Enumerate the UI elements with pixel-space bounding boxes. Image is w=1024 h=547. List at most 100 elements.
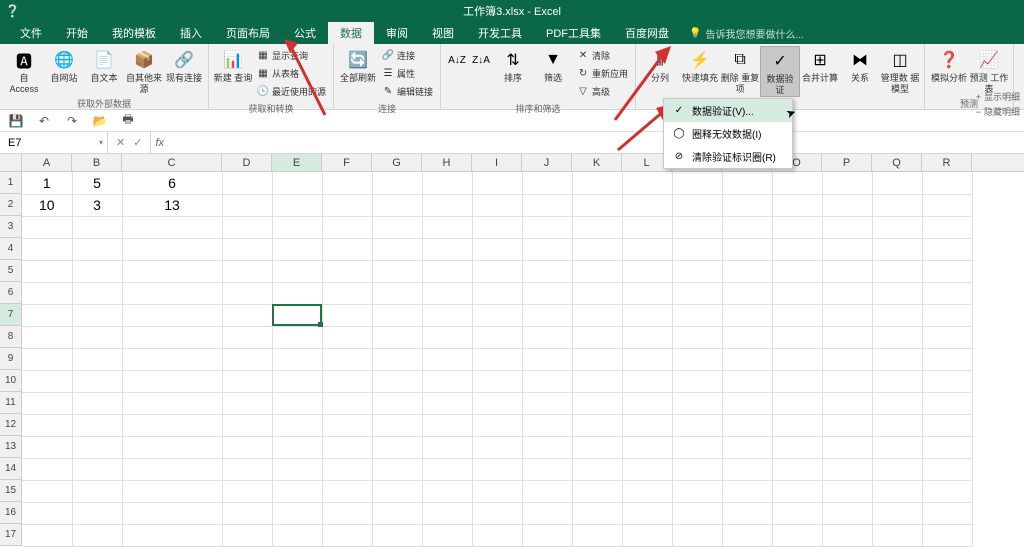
cell-N5[interactable] [722, 260, 772, 282]
cell-D10[interactable] [222, 370, 272, 392]
cell-M1[interactable] [672, 172, 722, 194]
cell-O16[interactable] [772, 502, 822, 524]
cell-E12[interactable] [272, 414, 322, 436]
row-header[interactable]: 15 [0, 480, 22, 502]
cell-E16[interactable] [272, 502, 322, 524]
cell-L17[interactable] [622, 524, 672, 546]
row-header[interactable]: 11 [0, 392, 22, 414]
cell-M16[interactable] [672, 502, 722, 524]
cell-J4[interactable] [522, 238, 572, 260]
cell-H7[interactable] [422, 304, 472, 326]
cell-N7[interactable] [722, 304, 772, 326]
cell-J14[interactable] [522, 458, 572, 480]
cell-N14[interactable] [722, 458, 772, 480]
cell-B11[interactable] [72, 392, 122, 414]
cell-O8[interactable] [772, 326, 822, 348]
cell-I5[interactable] [472, 260, 522, 282]
cell-D3[interactable] [222, 216, 272, 238]
text-to-cols-button[interactable]: ⫼分列 [640, 46, 680, 84]
cell-C17[interactable] [122, 524, 222, 546]
cell-M13[interactable] [672, 436, 722, 458]
cell-L12[interactable] [622, 414, 672, 436]
cell-I15[interactable] [472, 480, 522, 502]
cell-F11[interactable] [322, 392, 372, 414]
cell-R8[interactable] [922, 326, 972, 348]
name-box[interactable]: E7▾ [0, 132, 108, 153]
cell-G1[interactable] [372, 172, 422, 194]
cell-M12[interactable] [672, 414, 722, 436]
cell-K11[interactable] [572, 392, 622, 414]
cell-K9[interactable] [572, 348, 622, 370]
cell-R11[interactable] [922, 392, 972, 414]
cell-C15[interactable] [122, 480, 222, 502]
cell-F1[interactable] [322, 172, 372, 194]
cell-O14[interactable] [772, 458, 822, 480]
cell-K7[interactable] [572, 304, 622, 326]
tab-formulas[interactable]: 公式 [282, 22, 328, 44]
cell-G11[interactable] [372, 392, 422, 414]
cell-P17[interactable] [822, 524, 872, 546]
col-header[interactable]: K [572, 154, 622, 171]
cell-G8[interactable] [372, 326, 422, 348]
cell-G12[interactable] [372, 414, 422, 436]
row-header[interactable]: 2 [0, 194, 22, 216]
cell-N13[interactable] [722, 436, 772, 458]
cell-K17[interactable] [572, 524, 622, 546]
cell-R3[interactable] [922, 216, 972, 238]
cell-H3[interactable] [422, 216, 472, 238]
cell-G16[interactable] [372, 502, 422, 524]
cell-Q3[interactable] [872, 216, 922, 238]
row-header[interactable]: 3 [0, 216, 22, 238]
cell-D17[interactable] [222, 524, 272, 546]
cell-N12[interactable] [722, 414, 772, 436]
col-header[interactable]: P [822, 154, 872, 171]
cell-D7[interactable] [222, 304, 272, 326]
cell-K14[interactable] [572, 458, 622, 480]
cell-P6[interactable] [822, 282, 872, 304]
cell-P2[interactable] [822, 194, 872, 216]
cell-E5[interactable] [272, 260, 322, 282]
cell-B14[interactable] [72, 458, 122, 480]
tell-me-search[interactable]: 💡 告诉我您想要做什么... [689, 22, 804, 44]
cell-N1[interactable] [722, 172, 772, 194]
cell-H10[interactable] [422, 370, 472, 392]
cell-I10[interactable] [472, 370, 522, 392]
clear-circles-menuitem[interactable]: ⊘清除验证标识圈(R) [664, 145, 792, 168]
cell-R7[interactable] [922, 304, 972, 326]
cell-K6[interactable] [572, 282, 622, 304]
cell-C12[interactable] [122, 414, 222, 436]
tab-home[interactable]: 开始 [54, 22, 100, 44]
connections-button[interactable]: 🔗连接 [381, 48, 433, 62]
cell-F7[interactable] [322, 304, 372, 326]
cell-I17[interactable] [472, 524, 522, 546]
cell-M14[interactable] [672, 458, 722, 480]
cell-M10[interactable] [672, 370, 722, 392]
tab-baidu[interactable]: 百度网盘 [613, 22, 681, 44]
data-model-button[interactable]: ◫管理数 据模型 [880, 46, 920, 95]
cell-B2[interactable]: 3 [72, 194, 122, 216]
cell-L15[interactable] [622, 480, 672, 502]
cell-O3[interactable] [772, 216, 822, 238]
cell-E3[interactable] [272, 216, 322, 238]
cell-M6[interactable] [672, 282, 722, 304]
cell-A10[interactable] [22, 370, 72, 392]
tab-file[interactable]: 文件 [8, 22, 54, 44]
help-icon[interactable]: ❔ [5, 4, 20, 18]
cell-D11[interactable] [222, 392, 272, 414]
cell-K2[interactable] [572, 194, 622, 216]
cell-A3[interactable] [22, 216, 72, 238]
cell-F14[interactable] [322, 458, 372, 480]
cell-R5[interactable] [922, 260, 972, 282]
cell-K13[interactable] [572, 436, 622, 458]
cell-A4[interactable] [22, 238, 72, 260]
cell-P11[interactable] [822, 392, 872, 414]
cell-O6[interactable] [772, 282, 822, 304]
cell-J17[interactable] [522, 524, 572, 546]
cell-R9[interactable] [922, 348, 972, 370]
col-header[interactable]: I [472, 154, 522, 171]
cell-A13[interactable] [22, 436, 72, 458]
cell-R13[interactable] [922, 436, 972, 458]
cell-R2[interactable] [922, 194, 972, 216]
cell-H5[interactable] [422, 260, 472, 282]
cell-C7[interactable] [122, 304, 222, 326]
